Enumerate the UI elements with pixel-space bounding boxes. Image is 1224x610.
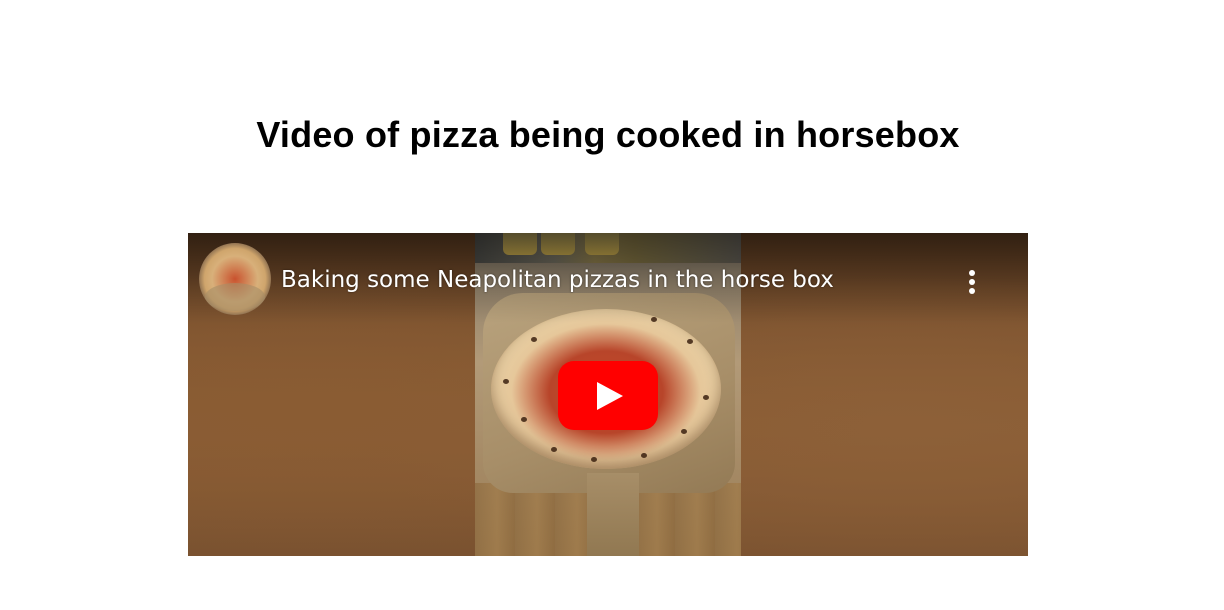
page: Video of pizza being cooked in horsebox: [0, 0, 1224, 610]
more-options-dot: [969, 279, 975, 285]
more-options-icon[interactable]: [958, 267, 986, 297]
play-icon: [597, 382, 623, 410]
pizza-char-spot: [503, 379, 509, 384]
pizza-char-spot: [521, 417, 527, 422]
pizza-char-spot: [703, 395, 709, 400]
thumbnail-peel-handle: [587, 473, 639, 556]
pizza-char-spot: [687, 339, 693, 344]
avatar-board: [205, 283, 265, 311]
more-options-dot: [969, 288, 975, 294]
play-button[interactable]: [558, 361, 658, 430]
channel-avatar-icon[interactable]: [199, 243, 271, 315]
video-title[interactable]: Baking some Neapolitan pizzas in the hor…: [281, 267, 834, 293]
pizza-char-spot: [531, 337, 537, 342]
pizza-char-spot: [591, 457, 597, 462]
pizza-char-spot: [551, 447, 557, 452]
page-title: Video of pizza being cooked in horsebox: [256, 114, 960, 155]
youtube-video-embed[interactable]: Baking some Neapolitan pizzas in the hor…: [188, 233, 1028, 556]
pizza-char-spot: [641, 453, 647, 458]
pizza-char-spot: [681, 429, 687, 434]
more-options-dot: [969, 270, 975, 276]
